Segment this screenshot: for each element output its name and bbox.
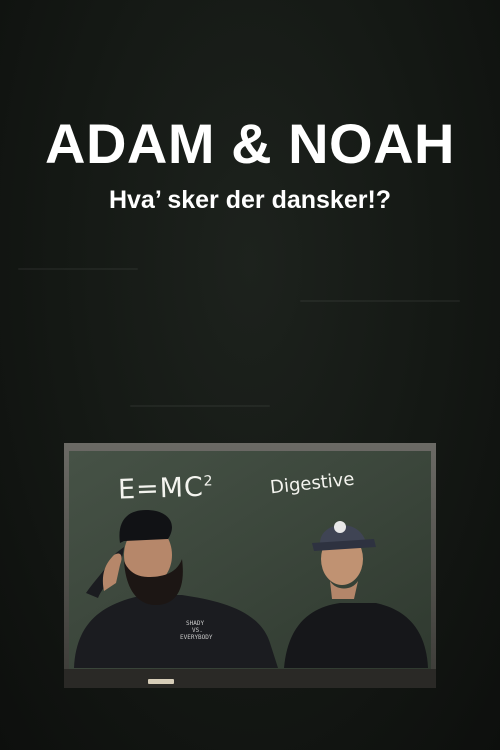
chalkboard-photo: SHADY VS. EVERYBODY E=MC2 Digestive (64, 443, 436, 688)
poster-subtitle: Hva’ sker der dansker!? (108, 186, 392, 214)
svg-text:EVERYBODY: EVERYBODY (180, 634, 213, 641)
movie-poster: ADAM & NOAH Hva’ sker der dansker!? SHAD… (0, 0, 500, 750)
svg-text:SHADY: SHADY (186, 620, 204, 627)
poster-title: ADAM & NOAH (45, 112, 455, 175)
chalk-smudge (300, 300, 460, 302)
chalk-smudge (130, 405, 270, 407)
chalk-tray (64, 669, 436, 688)
chalk-formula: E=MC2 (117, 471, 214, 506)
svg-text:VS.: VS. (192, 627, 203, 634)
chalk-piece (148, 679, 174, 684)
chalk-smudge (18, 268, 138, 270)
